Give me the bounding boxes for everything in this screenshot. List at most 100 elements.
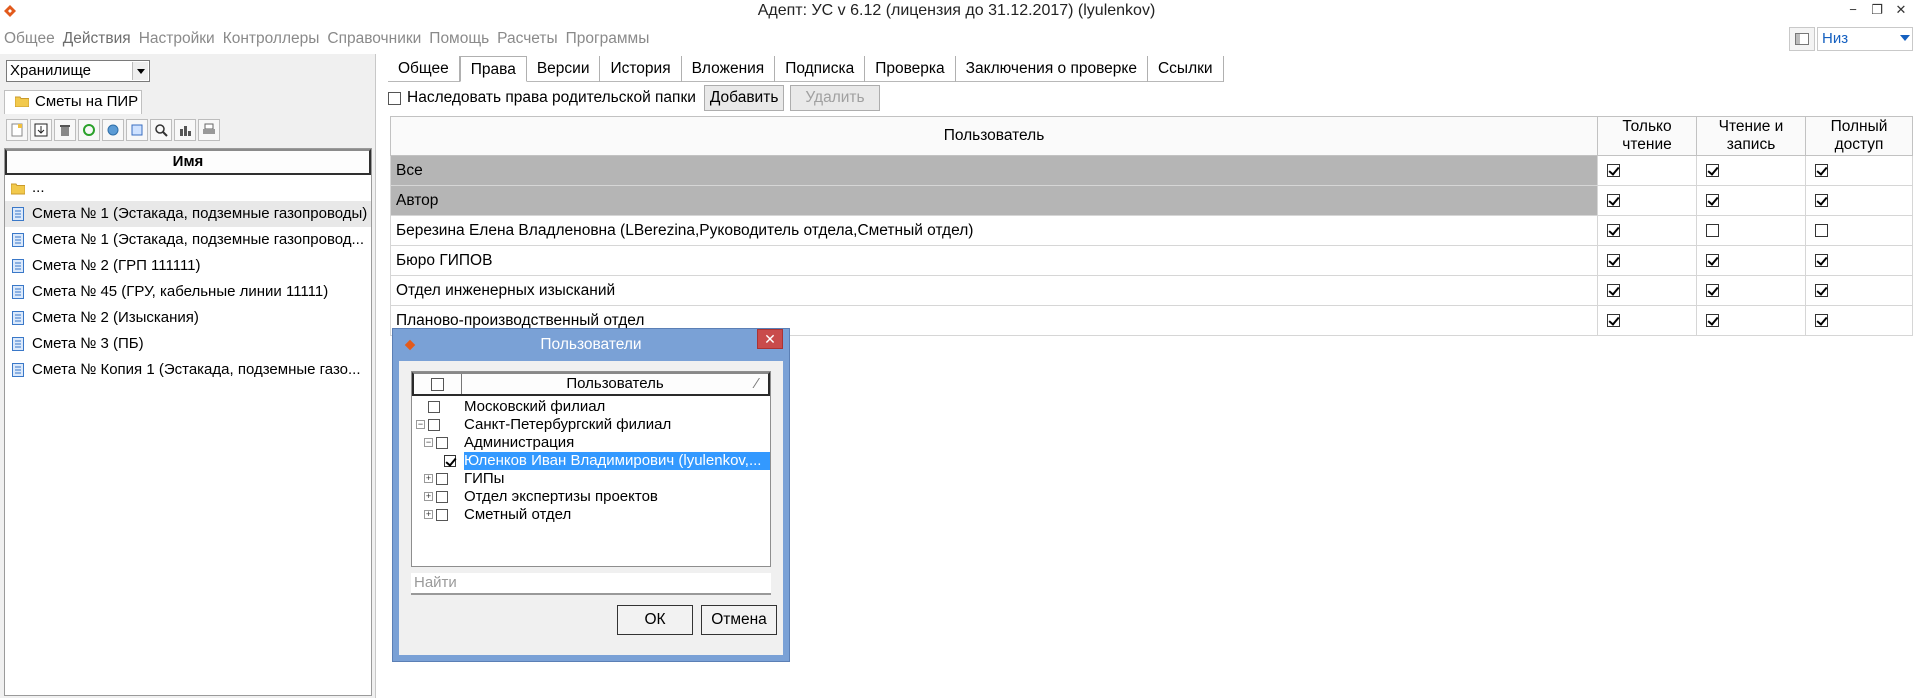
read-write-column-header[interactable]: Чтение и запись xyxy=(1696,116,1806,156)
search-button[interactable] xyxy=(150,119,172,141)
list-item[interactable]: Смета № 1 (Эстакада, подземные газопрово… xyxy=(5,201,371,227)
full-permission-checkbox[interactable] xyxy=(1815,223,1828,237)
expand-icon[interactable]: + xyxy=(424,474,433,483)
expand-icon[interactable]: + xyxy=(424,510,433,519)
name-column-header[interactable]: Имя xyxy=(5,149,371,175)
tab-item[interactable]: Ссылки xyxy=(1148,56,1224,82)
collapse-icon[interactable]: − xyxy=(424,438,433,447)
tree-node[interactable]: Московский филиал xyxy=(412,398,770,416)
read-permission-checkbox[interactable] xyxy=(1607,193,1620,207)
tab-item[interactable]: Права xyxy=(459,56,527,82)
tree-node-checkbox[interactable] xyxy=(436,473,448,485)
list-item[interactable]: Смета № 1 (Эстакада, подземные газопрово… xyxy=(5,227,371,253)
list-item[interactable]: Смета № Копия 1 (Эстакада, подземные газ… xyxy=(5,357,371,383)
list-item[interactable]: Смета № 2 (Изыскания) xyxy=(5,305,371,331)
read-permission-cell xyxy=(1597,215,1697,246)
tree-node-checkbox[interactable] xyxy=(428,419,440,431)
write-permission-checkbox[interactable] xyxy=(1706,253,1719,267)
tree-node[interactable]: + ГИПы xyxy=(412,470,770,488)
full-permission-cell xyxy=(1805,155,1913,186)
table-row[interactable]: Все xyxy=(390,155,1913,186)
user-column-header[interactable]: Пользователь xyxy=(390,116,1598,156)
minimize-button[interactable]: − xyxy=(1841,0,1865,22)
table-row[interactable]: Березина Елена Владленовна (LBerezina,Ру… xyxy=(390,215,1913,246)
add-button[interactable]: Добавить xyxy=(703,85,785,111)
tab-item[interactable]: Заключения о проверке xyxy=(956,56,1148,82)
menu-item[interactable]: Общее xyxy=(4,30,55,47)
menu-item[interactable]: Справочники xyxy=(327,30,421,47)
collapse-icon[interactable]: − xyxy=(416,420,425,429)
menu-item[interactable]: Помощь xyxy=(429,30,489,47)
sync-button[interactable] xyxy=(102,119,124,141)
menu-item[interactable]: Программы xyxy=(566,30,650,47)
delete-button[interactable] xyxy=(54,119,76,141)
panel-toggle-button[interactable] xyxy=(1789,27,1815,51)
full-permission-checkbox[interactable] xyxy=(1815,253,1828,267)
read-permission-checkbox[interactable] xyxy=(1607,253,1620,267)
list-item[interactable]: Смета № 45 (ГРУ, кабельные линии 11111) xyxy=(5,279,371,305)
tab-item[interactable]: Общее xyxy=(388,56,460,82)
list-item[interactable]: Смета № 2 (ГРП 111111) xyxy=(5,253,371,279)
tree-node-checkbox[interactable] xyxy=(436,509,448,521)
read-only-column-header[interactable]: Только чтение xyxy=(1597,116,1697,156)
direction-select[interactable]: Низ xyxy=(1817,27,1913,51)
user-column-header[interactable]: Пользователь ⁄ xyxy=(462,374,768,394)
table-row[interactable]: Отдел инженерных изысканий xyxy=(390,275,1913,306)
dialog-title: Пользователи xyxy=(540,336,642,353)
read-permission-checkbox[interactable] xyxy=(1607,163,1620,177)
tab-item[interactable]: Подписка xyxy=(775,56,866,82)
tree-node[interactable]: + Сметный отдел xyxy=(412,506,770,524)
menu-item[interactable]: Настройки xyxy=(139,30,215,47)
tree-node[interactable]: Юленков Иван Владимирович (lyulenkov,... xyxy=(412,452,770,470)
tree-node[interactable]: + Отдел экспертизы проектов xyxy=(412,488,770,506)
list-item[interactable]: ... xyxy=(5,175,371,201)
write-permission-checkbox[interactable] xyxy=(1706,223,1719,237)
tab-item[interactable]: Вложения xyxy=(682,56,776,82)
close-window-button[interactable]: ✕ xyxy=(1889,0,1913,22)
tab-item[interactable]: История xyxy=(600,56,682,82)
restore-icon[interactable]: ❐ xyxy=(1865,0,1889,22)
inherit-checkbox[interactable] xyxy=(388,91,401,105)
tree-node-checkbox[interactable] xyxy=(428,401,440,413)
tree-node-checkbox[interactable] xyxy=(436,491,448,503)
dialog-close-button[interactable]: ✕ xyxy=(757,329,783,349)
read-permission-checkbox[interactable] xyxy=(1607,223,1620,237)
full-access-column-header[interactable]: Полный доступ xyxy=(1805,116,1913,156)
tree-node-checkbox[interactable] xyxy=(444,455,456,467)
menu-item[interactable]: Контроллеры xyxy=(223,30,320,47)
tab-item[interactable]: Версии xyxy=(527,56,601,82)
write-permission-checkbox[interactable] xyxy=(1706,163,1719,177)
folder-tab[interactable]: Сметы на ПИР xyxy=(4,90,142,114)
print-button[interactable] xyxy=(198,119,220,141)
stats-button[interactable] xyxy=(174,119,196,141)
find-input[interactable]: Найти xyxy=(411,573,771,595)
storage-select[interactable]: Хранилище xyxy=(6,60,150,82)
read-permission-checkbox[interactable] xyxy=(1607,313,1620,327)
cancel-button[interactable]: Отмена xyxy=(701,605,777,635)
write-permission-checkbox[interactable] xyxy=(1706,193,1719,207)
write-permission-checkbox[interactable] xyxy=(1706,283,1719,297)
tree-node[interactable]: − Санкт-Петербургский филиал xyxy=(412,416,770,434)
download-button[interactable] xyxy=(30,119,52,141)
full-permission-checkbox[interactable] xyxy=(1815,163,1828,177)
expand-icon[interactable]: + xyxy=(424,492,433,501)
full-permission-checkbox[interactable] xyxy=(1815,193,1828,207)
list-item[interactable]: Смета № 3 (ПБ) xyxy=(5,331,371,357)
read-permission-checkbox[interactable] xyxy=(1607,283,1620,297)
refresh-button[interactable] xyxy=(78,119,100,141)
select-all-checkbox[interactable] xyxy=(431,377,444,391)
tree-node-checkbox[interactable] xyxy=(436,437,448,449)
tree-node[interactable]: − Администрация xyxy=(412,434,770,452)
table-row[interactable]: Бюро ГИПОВ xyxy=(390,245,1913,276)
preview-button[interactable] xyxy=(126,119,148,141)
delete-permission-button[interactable]: Удалить xyxy=(790,85,880,111)
ok-button[interactable]: ОК xyxy=(617,605,693,635)
menu-item[interactable]: Действия xyxy=(63,30,131,47)
table-row[interactable]: Автор xyxy=(390,185,1913,216)
full-permission-checkbox[interactable] xyxy=(1815,283,1828,297)
tab-item[interactable]: Проверка xyxy=(865,56,956,82)
menu-item[interactable]: Расчеты xyxy=(497,30,557,47)
full-permission-checkbox[interactable] xyxy=(1815,313,1828,327)
write-permission-checkbox[interactable] xyxy=(1706,313,1719,327)
new-document-button[interactable] xyxy=(6,119,28,141)
